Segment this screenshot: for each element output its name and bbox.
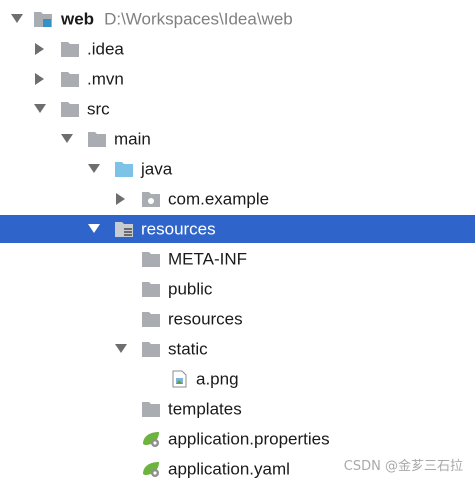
- folder-icon: [87, 130, 107, 148]
- chevron-down-icon[interactable]: [33, 102, 47, 116]
- chevron-down-icon[interactable]: [114, 342, 128, 356]
- tree-node-label: static: [168, 339, 208, 359]
- project-tree: web D:\Workspaces\Idea\web .idea .mvn src: [0, 4, 475, 484]
- tree-node-java[interactable]: java: [0, 154, 475, 184]
- tree-node-label: .mvn: [87, 69, 124, 89]
- folder-icon: [60, 100, 80, 118]
- tree-node-label: .idea: [87, 39, 124, 59]
- folder-icon: [141, 310, 161, 328]
- resources-root-folder-icon: [114, 220, 134, 238]
- chevron-down-icon[interactable]: [87, 222, 101, 236]
- tree-node-label: resources: [141, 219, 216, 239]
- tree-node-application-properties[interactable]: application.properties: [0, 424, 475, 454]
- root-path: D:\Workspaces\Idea\web: [104, 9, 293, 29]
- spring-config-icon: [141, 430, 161, 448]
- tree-node-label: src: [87, 99, 110, 119]
- tree-node-resources-child[interactable]: resources: [0, 304, 475, 334]
- tree-node-label: application.properties: [168, 429, 330, 449]
- folder-icon: [141, 340, 161, 358]
- module-folder-icon: [33, 10, 53, 28]
- watermark-text: CSDN @金芗三石拉: [343, 459, 463, 474]
- package-icon: [141, 190, 161, 208]
- folder-icon: [60, 70, 80, 88]
- tree-node-label: public: [168, 279, 213, 299]
- image-file-icon: [170, 370, 190, 388]
- tree-node-a-png[interactable]: a.png: [0, 364, 475, 394]
- tree-node-label: META-INF: [168, 249, 248, 269]
- folder-icon: [141, 250, 161, 268]
- tree-node-com-example[interactable]: com.example: [0, 184, 475, 214]
- chevron-down-icon[interactable]: [60, 132, 74, 146]
- tree-node-meta-inf[interactable]: META-INF: [0, 244, 475, 274]
- chevron-down-icon[interactable]: [87, 162, 101, 176]
- tree-node-label: main: [114, 129, 151, 149]
- tree-node-src[interactable]: src: [0, 94, 475, 124]
- tree-node-public[interactable]: public: [0, 274, 475, 304]
- tree-node-resources-selected[interactable]: resources: [0, 215, 475, 243]
- tree-node-web[interactable]: web D:\Workspaces\Idea\web: [0, 4, 475, 34]
- source-folder-icon: [114, 160, 134, 178]
- tree-node-label: a.png: [196, 369, 239, 389]
- tree-node-static[interactable]: static: [0, 334, 475, 364]
- tree-node-mvn[interactable]: .mvn: [0, 64, 475, 94]
- tree-node-idea[interactable]: .idea: [0, 34, 475, 64]
- tree-node-label: java: [141, 159, 173, 179]
- chevron-down-icon[interactable]: [10, 12, 24, 26]
- chevron-right-icon[interactable]: [33, 72, 47, 86]
- root-name: web: [61, 9, 95, 29]
- tree-node-label: com.example: [168, 189, 270, 209]
- folder-icon: [141, 400, 161, 418]
- chevron-right-icon[interactable]: [33, 42, 47, 56]
- tree-node-label: templates: [168, 399, 242, 419]
- spring-config-icon: [141, 460, 161, 478]
- chevron-right-icon[interactable]: [114, 192, 128, 206]
- tree-node-templates[interactable]: templates: [0, 394, 475, 424]
- folder-icon: [141, 280, 161, 298]
- folder-icon: [60, 40, 80, 58]
- tree-node-main[interactable]: main: [0, 124, 475, 154]
- tree-node-label: application.yaml: [168, 459, 290, 479]
- tree-node-label: resources: [168, 309, 243, 329]
